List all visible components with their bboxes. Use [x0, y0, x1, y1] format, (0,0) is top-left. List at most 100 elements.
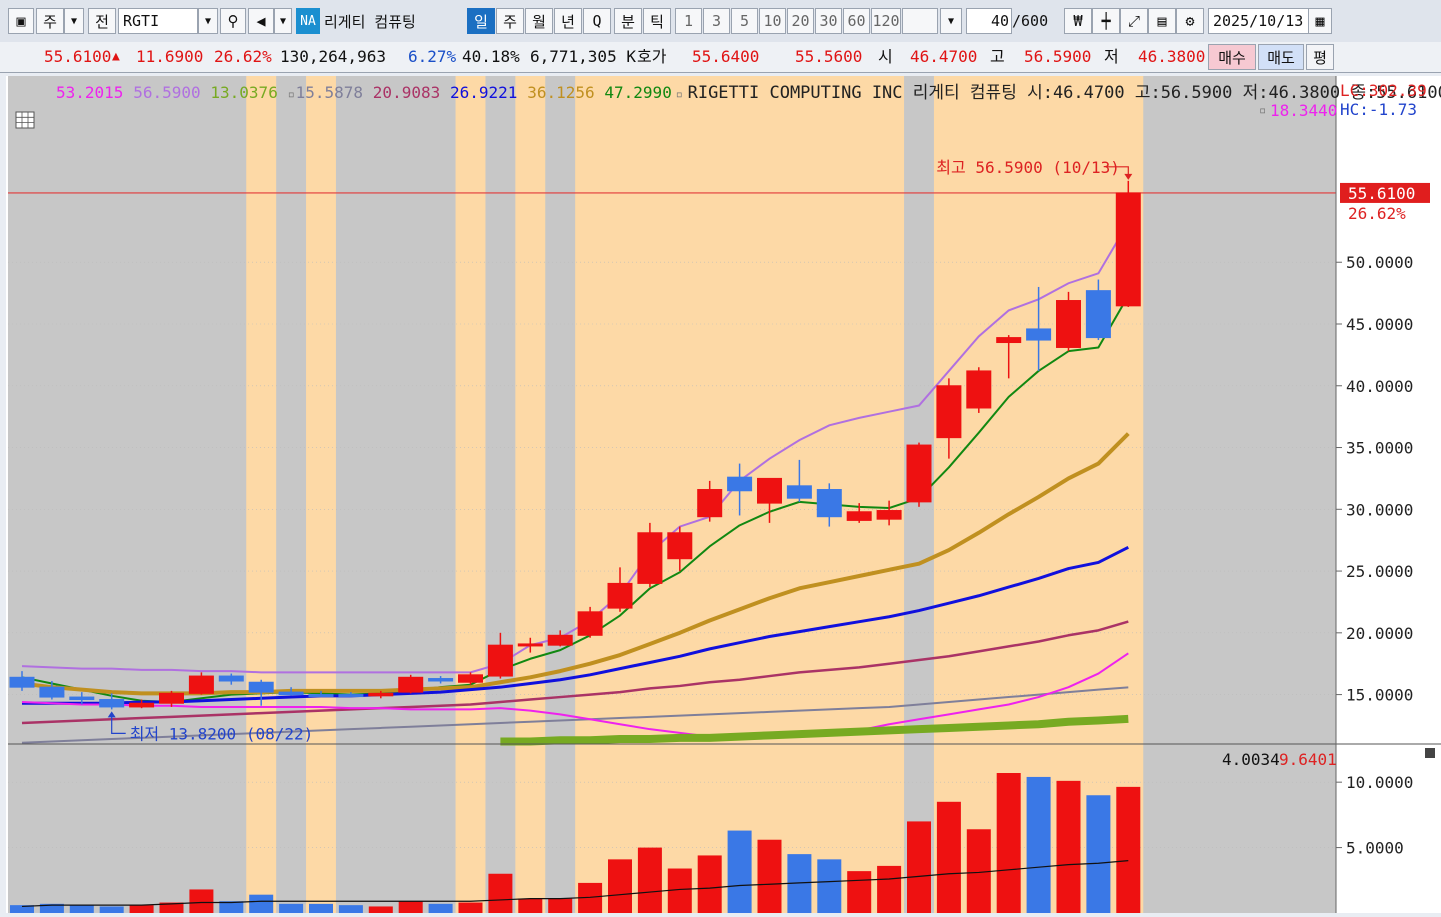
ask-label: 호가	[637, 47, 667, 66]
volume-bar	[368, 906, 393, 913]
low-label: 저	[1104, 47, 1119, 66]
volume-tick-label: 10.0000	[1346, 773, 1413, 792]
candle-body	[368, 692, 394, 697]
period-year[interactable]: 년	[554, 8, 582, 34]
line-tool-icon[interactable]: ⤢	[1120, 8, 1148, 34]
chart-area[interactable]: 15.0000 20.0000 25.0000 30.0000 35.0000 40.00…	[6, 76, 1441, 913]
change-arrow: ▲	[112, 49, 120, 64]
volume-bar	[129, 905, 154, 913]
interval-5[interactable]: 5	[731, 8, 758, 34]
currency-icon[interactable]: ₩	[1064, 8, 1092, 34]
search-icon[interactable]: ⚲	[220, 8, 246, 34]
open-label: 시	[878, 47, 893, 66]
volume-bar	[69, 905, 94, 913]
period-month[interactable]: 월	[525, 8, 553, 34]
volume-bar	[877, 865, 902, 913]
highlight-band	[306, 76, 336, 913]
volume-bar	[697, 855, 722, 913]
interval-dropdown-icon[interactable]: ▼	[940, 8, 962, 34]
volume-value: 9.6401	[1279, 750, 1337, 769]
settings-gear-icon[interactable]: ⚙	[1176, 8, 1204, 34]
interval-20[interactable]: 20	[787, 8, 814, 34]
change-percent: 26.62%	[214, 47, 272, 66]
kind-dropdown-icon[interactable]: ▼	[64, 8, 84, 34]
volume-bar	[488, 873, 513, 913]
turnover-percent: 6.27%	[408, 47, 457, 66]
count-input[interactable]: 40	[966, 8, 1012, 34]
volume-ma-value: 4.0034	[1222, 750, 1280, 769]
candle-body	[458, 674, 483, 683]
current-price: 55.6100	[44, 47, 112, 66]
interval-10[interactable]: 10	[759, 8, 786, 34]
price-volume-chart[interactable]: 15.0000 20.0000 25.0000 30.0000 35.0000 40.00…	[6, 76, 1441, 913]
volume-bar	[548, 898, 573, 913]
candle-body	[996, 337, 1022, 344]
price-tick-label: 40.0000	[1346, 377, 1413, 396]
interval-60[interactable]: 60	[843, 8, 870, 34]
candle-body	[308, 694, 334, 698]
interval-30[interactable]: 30	[815, 8, 842, 34]
price-tick-label: 20.0000	[1346, 624, 1413, 643]
candle-body	[607, 582, 633, 609]
candle-body	[487, 644, 513, 677]
candle-body	[637, 532, 663, 584]
bid-price: 55.5600	[795, 47, 863, 66]
candle-body	[906, 444, 932, 503]
candle-tool-icon[interactable]: ┿	[1092, 8, 1120, 34]
interval-1[interactable]: 1	[675, 8, 702, 34]
interval-minute[interactable]: 분	[614, 8, 642, 34]
legend-marker-icon: ▫	[288, 87, 295, 101]
interval-custom[interactable]	[902, 8, 938, 34]
candle-body	[9, 676, 35, 688]
interval-3[interactable]: 3	[703, 8, 730, 34]
candle-body	[248, 681, 274, 693]
interval-120[interactable]: 120	[871, 8, 901, 34]
speaker-dropdown-icon[interactable]: ▼	[274, 8, 292, 34]
speaker-icon[interactable]: ◀	[248, 8, 274, 34]
volume-bar	[608, 859, 632, 913]
price-tick-label: 15.0000	[1346, 686, 1413, 705]
volume-bar	[338, 905, 363, 913]
pane-close-icon	[1425, 748, 1435, 758]
open-price: 46.4700	[910, 47, 978, 66]
count-total: /600	[1012, 12, 1049, 30]
ask-price: 55.6400	[692, 47, 760, 66]
volume-bar	[398, 901, 423, 913]
high-price: 56.5900	[1024, 47, 1092, 66]
kind-selector[interactable]: 주	[36, 8, 64, 34]
sell-button[interactable]: 매도	[1258, 44, 1304, 70]
volume-value: 130,264,963	[280, 47, 386, 66]
prev-button[interactable]: 전	[88, 8, 116, 34]
buy-button[interactable]: 매수	[1208, 44, 1256, 70]
window-menu-icon[interactable]: ▣	[8, 8, 34, 34]
candle-body	[129, 702, 155, 708]
candle-body	[577, 611, 603, 636]
highlight-band	[246, 76, 277, 913]
period-quarter[interactable]: Q	[583, 8, 611, 34]
symbol-dropdown-icon[interactable]: ▼	[198, 8, 218, 34]
volume-bar	[458, 902, 483, 913]
interval-tick[interactable]: 틱	[643, 8, 671, 34]
calendar-icon[interactable]: ▦	[1308, 8, 1332, 34]
volume-bar	[817, 859, 842, 913]
legend-marker-value: 18.3440	[1270, 101, 1337, 120]
candle-body	[428, 678, 454, 682]
legend-value: 15.5878	[296, 83, 363, 102]
symbol-input[interactable]: RGTI	[118, 8, 198, 34]
candle-body	[517, 643, 543, 647]
period-week[interactable]: 주	[496, 8, 524, 34]
candle-body	[966, 370, 992, 409]
volume-bar	[249, 894, 274, 913]
volume-bar	[279, 903, 304, 913]
hc-label: HC:-1.73	[1340, 100, 1417, 119]
date-input[interactable]: 2025/10/13	[1208, 8, 1310, 34]
save-icon[interactable]: ▤	[1148, 8, 1176, 34]
legend-value: 47.2990	[604, 83, 671, 102]
eval-button[interactable]: 평	[1306, 44, 1334, 70]
candle-body	[188, 675, 214, 694]
legend-value: 53.2015	[56, 83, 123, 102]
highlight-band	[455, 76, 486, 913]
period-day[interactable]: 일	[467, 8, 495, 34]
volume-bar	[637, 847, 662, 913]
high-label: 고	[990, 47, 1005, 66]
